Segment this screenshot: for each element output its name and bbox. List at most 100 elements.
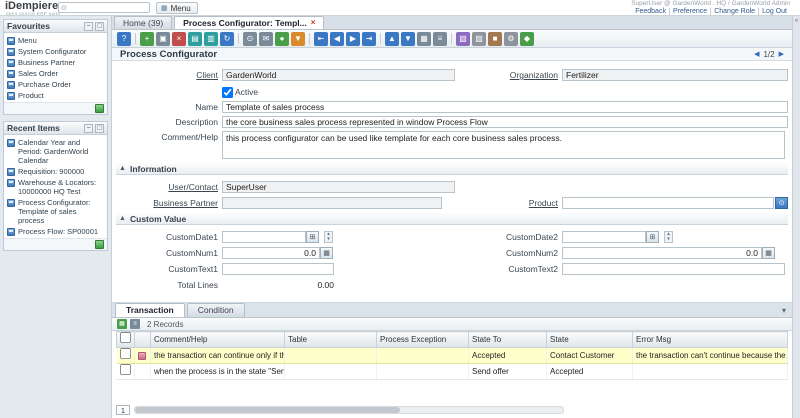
detail-collapse-icon[interactable]: ▾	[782, 306, 786, 315]
table-row[interactable]: when the process is in the state "Send o…	[117, 364, 788, 380]
business-partner-field[interactable]	[222, 197, 442, 209]
chat-icon[interactable]: ●	[275, 32, 289, 46]
history-icon[interactable]: ≡	[433, 32, 447, 46]
calendar-icon[interactable]: ⊞	[646, 231, 659, 243]
recent-item-process-flow[interactable]: Process Flow: SP00001	[6, 226, 105, 237]
tab-process-configurator[interactable]: Process Configurator: Templ... ×	[174, 16, 324, 29]
change-role-link[interactable]: Change Role	[711, 8, 759, 15]
parent-record-icon[interactable]: ▲	[385, 32, 399, 46]
product-field[interactable]	[562, 197, 774, 209]
comment-help-field[interactable]: this process configurator can be used li…	[222, 131, 785, 159]
column-state[interactable]: State	[547, 332, 633, 348]
save-create-icon[interactable]: ▥	[204, 32, 218, 46]
tab-home[interactable]: Home (39)	[114, 16, 172, 29]
customnum2-field[interactable]	[562, 247, 762, 259]
detail-record-icon[interactable]: ▼	[401, 32, 415, 46]
sidebar-item-product[interactable]: Product	[6, 90, 105, 101]
user-contact-label[interactable]: User/Contact	[112, 181, 218, 194]
copy-record-icon[interactable]: ▣	[156, 32, 170, 46]
name-field[interactable]	[222, 101, 788, 113]
close-icon[interactable]: ×	[311, 17, 316, 29]
organization-field[interactable]	[562, 69, 788, 81]
tab-condition[interactable]: Condition	[187, 303, 245, 317]
customtext1-field[interactable]	[222, 263, 334, 275]
user-contact-field[interactable]	[222, 181, 455, 193]
recent-item-process-configurator[interactable]: Process Configurator: Template of sales …	[6, 197, 105, 226]
scrollbar-thumb[interactable]	[135, 407, 400, 413]
recent-item-requisition[interactable]: Requisition: 900000	[6, 166, 105, 177]
select-all-checkbox[interactable]	[120, 332, 131, 343]
preference-link[interactable]: Preference	[670, 8, 711, 15]
archive-icon[interactable]: ■	[488, 32, 502, 46]
find-icon[interactable]: ⊙	[243, 32, 257, 46]
sidebar-item-sales-order[interactable]: Sales Order	[6, 68, 105, 79]
business-partner-label[interactable]: Business Partner	[112, 197, 218, 210]
detail-rows-icon[interactable]: ≡	[130, 319, 140, 329]
help-icon[interactable]: ?	[117, 32, 131, 46]
print-icon[interactable]: ▨	[472, 32, 486, 46]
feedback-link[interactable]: Feedback	[632, 8, 670, 15]
horizontal-scrollbar[interactable]	[134, 406, 564, 414]
maximize-icon[interactable]: □	[95, 22, 104, 31]
customdate1-stepper[interactable]: ▴ ▾	[324, 231, 333, 243]
row-checkbox[interactable]	[120, 364, 131, 375]
previous-record-icon[interactable]: ◀	[330, 32, 344, 46]
sidebar-item-menu[interactable]: Menu	[6, 35, 105, 46]
panel-toggle-icon[interactable]	[95, 104, 104, 113]
panel-toggle-icon[interactable]	[95, 240, 104, 249]
customdate2-field[interactable]	[562, 231, 646, 243]
minimize-icon[interactable]: −	[84, 124, 93, 133]
save-icon[interactable]: ▤	[188, 32, 202, 46]
row-checkbox[interactable]	[120, 348, 131, 359]
client-label[interactable]: Client	[112, 69, 218, 82]
tab-transaction[interactable]: Transaction	[115, 303, 185, 317]
sidebar-item-purchase-order[interactable]: Purchase Order	[6, 79, 105, 90]
menu-button[interactable]: ▦ Menu	[156, 2, 198, 14]
column-state-to[interactable]: State To	[469, 332, 547, 348]
delete-record-icon[interactable]: ×	[172, 32, 186, 46]
calculator-icon[interactable]: ▦	[762, 247, 775, 259]
custom-value-section-header[interactable]: ▲ Custom Value	[116, 213, 788, 225]
workflow-icon[interactable]: ◆	[520, 32, 534, 46]
description-field[interactable]	[222, 116, 788, 128]
logout-link[interactable]: Log Out	[759, 8, 790, 15]
column-process-exception[interactable]: Process Exception	[377, 332, 469, 348]
client-field[interactable]	[222, 69, 455, 81]
row-attachment-icon[interactable]	[138, 352, 146, 360]
product-label[interactable]: Product	[452, 197, 558, 210]
recent-item-warehouse[interactable]: Warehouse & Locators: 10000000 HQ Test	[6, 177, 105, 197]
detail-grid-icon[interactable]: ▦	[117, 319, 127, 329]
grid-toggle-icon[interactable]: ▦	[417, 32, 431, 46]
maximize-icon[interactable]: □	[95, 124, 104, 133]
customnum1-field[interactable]	[222, 247, 320, 259]
search-input[interactable]	[69, 3, 139, 12]
calculator-icon[interactable]: ▦	[320, 247, 333, 259]
process-icon[interactable]: ⚙	[504, 32, 518, 46]
customdate2-stepper[interactable]: ▴ ▾	[664, 231, 673, 243]
new-record-icon[interactable]: +	[140, 32, 154, 46]
product-lookup-icon[interactable]: ⊙	[775, 197, 788, 209]
export-icon[interactable]: ▼	[291, 32, 305, 46]
organization-label[interactable]: Organization	[452, 69, 558, 82]
east-panel-collapsed[interactable]: «	[792, 16, 800, 418]
last-record-icon[interactable]: ⇥	[362, 32, 376, 46]
customtext2-field[interactable]	[562, 263, 785, 275]
sidebar-item-system-configurator[interactable]: System Configurator	[6, 46, 105, 57]
previous-page-icon[interactable]: ◀	[754, 50, 759, 58]
next-record-icon[interactable]: ▶	[346, 32, 360, 46]
minimize-icon[interactable]: −	[84, 22, 93, 31]
table-row[interactable]: the transaction can continue only if the…	[117, 348, 788, 364]
customdate1-field[interactable]	[222, 231, 306, 243]
first-record-icon[interactable]: ⇤	[314, 32, 328, 46]
refresh-icon[interactable]: ↻	[220, 32, 234, 46]
next-page-icon[interactable]: ▶	[779, 50, 784, 58]
information-section-header[interactable]: ▲ Information	[116, 163, 788, 175]
active-checkbox[interactable]	[222, 87, 233, 98]
column-comment-help[interactable]: Comment/Help	[151, 332, 285, 348]
expand-east-panel-icon[interactable]: «	[795, 18, 798, 24]
recent-item-calendar-year[interactable]: Calendar Year and Period: GardenWorld Ca…	[6, 137, 105, 166]
column-error-msg[interactable]: Error Msg	[633, 332, 788, 348]
report-icon[interactable]: ▧	[456, 32, 470, 46]
sidebar-item-business-partner[interactable]: Business Partner	[6, 57, 105, 68]
attachment-icon[interactable]: ✉	[259, 32, 273, 46]
